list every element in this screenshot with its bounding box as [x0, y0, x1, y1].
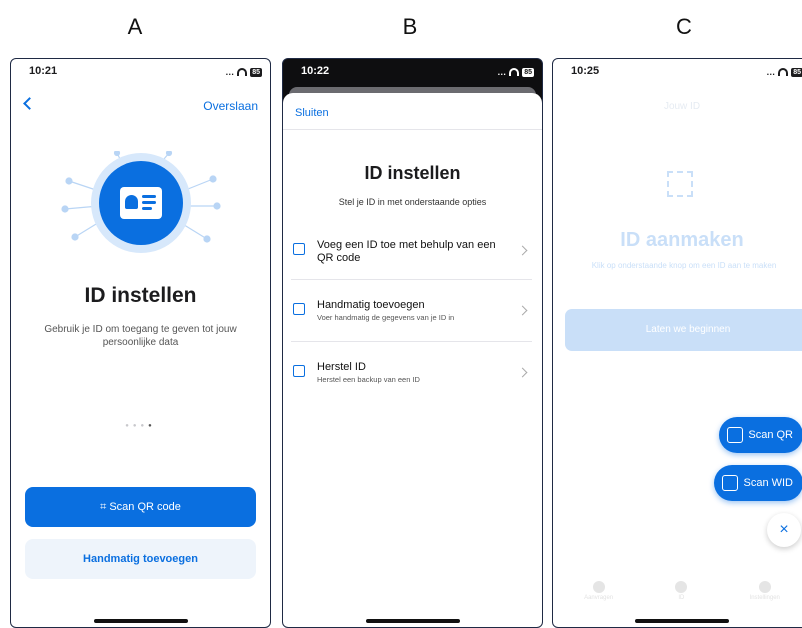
panel-label-c: C [676, 14, 692, 39]
status-icons: … 85 [225, 67, 262, 77]
qr-icon [667, 171, 693, 197]
battery-icon: 85 [522, 67, 534, 77]
scan-qr-fab[interactable]: Scan QR [719, 417, 802, 453]
panel-label-a: A [127, 14, 143, 39]
phone-a: 10:21 … 85 Overslaan ID instellen Gebrui… [10, 58, 271, 628]
id-card-illustration [61, 151, 221, 261]
page-indicator: ●●●● [125, 423, 156, 429]
start-button[interactable]: Laten we beginnen [565, 309, 802, 351]
status-time: 10:21 [29, 65, 58, 77]
bottom-sheet: Sluiten ID instellen Stel je ID in met o… [283, 93, 542, 627]
gear-icon [758, 581, 771, 593]
phone-b: 10:22 … 85 Sluiten ID instellen Stel je I… [282, 58, 543, 628]
screen-title: ID aanmaken [620, 229, 744, 251]
status-time: 10:25 [571, 65, 600, 77]
restore-icon [293, 365, 305, 377]
tab-id[interactable]: ID [675, 581, 688, 609]
panel-label-b: B [402, 14, 418, 39]
scan-wid-fab[interactable]: Scan WID [714, 465, 802, 501]
skip-button[interactable]: Overslaan [203, 99, 258, 113]
tab-bar: Aanvragen ID Instellingen [553, 581, 802, 609]
manual-add-button[interactable]: Handmatig toevoegen [25, 539, 256, 579]
status-bar: 10:22 … 85 [283, 59, 542, 83]
scan-qr-button[interactable]: ⌗ Scan QR code [25, 487, 256, 527]
requests-icon [592, 581, 605, 593]
keyboard-icon [293, 303, 305, 315]
qr-icon [293, 243, 305, 255]
status-time: 10:22 [301, 65, 330, 77]
wifi-icon [509, 68, 520, 76]
home-indicator [365, 619, 460, 623]
option-qr[interactable]: Voeg een ID toe met behulp van een QR co… [291, 233, 530, 291]
option-manual[interactable]: Handmatig toevoegen Voer handmatig de ge… [291, 293, 530, 351]
battery-icon: 85 [250, 67, 262, 77]
option-title: Voeg een ID toe met behulp van een QR co… [317, 239, 496, 264]
tab-aanvragen[interactable]: Aanvragen [584, 581, 613, 609]
battery-icon: 85 [791, 67, 802, 77]
qr-scan-icon: ⌗ [100, 501, 110, 513]
option-restore[interactable]: Herstel ID Herstel een backup van een ID [291, 355, 530, 413]
page-subtitle: Gebruik je ID om toegang te geven tot jo… [44, 324, 237, 348]
home-indicator [93, 619, 188, 623]
option-title: Herstel ID [317, 361, 366, 373]
status-icons: … 85 [497, 67, 534, 77]
chevron-right-icon [517, 305, 528, 316]
chevron-right-icon [517, 367, 528, 378]
sheet-title: ID instellen [364, 163, 461, 183]
tab-instellingen[interactable]: Instellingen [750, 581, 780, 609]
option-desc: Herstel een backup van een ID [317, 375, 420, 384]
option-desc: Voer handmatig de gegevens van je ID in [317, 313, 455, 322]
close-button[interactable]: Sluiten [295, 107, 329, 119]
wifi-icon [778, 68, 789, 76]
back-chevron-icon[interactable] [23, 97, 36, 110]
document-scan-icon [722, 475, 739, 491]
status-icons: … 85 [766, 67, 802, 77]
chevron-right-icon [517, 245, 528, 256]
id-card-icon [120, 187, 162, 219]
option-title: Handmatig toevoegen [317, 299, 425, 311]
phone-c: 10:25 … 85 Jouw ID ID aanmaken Klik op on… [552, 58, 802, 628]
screen-header: Jouw ID [663, 101, 701, 112]
wifi-icon [237, 68, 248, 76]
home-indicator [635, 619, 729, 623]
sheet-subtitle: Stel je ID in met onderstaande opties [338, 197, 487, 207]
page-title: ID instellen [84, 284, 197, 307]
status-bar: 10:21 … 85 [11, 59, 270, 83]
close-fab-button[interactable]: × [767, 513, 801, 547]
user-icon [675, 581, 688, 593]
status-bar: 10:25 … 85 [553, 59, 802, 83]
screen-subtitle: Klik op onderstaande knop om een ID aan … [591, 261, 777, 270]
qr-icon [727, 427, 744, 443]
